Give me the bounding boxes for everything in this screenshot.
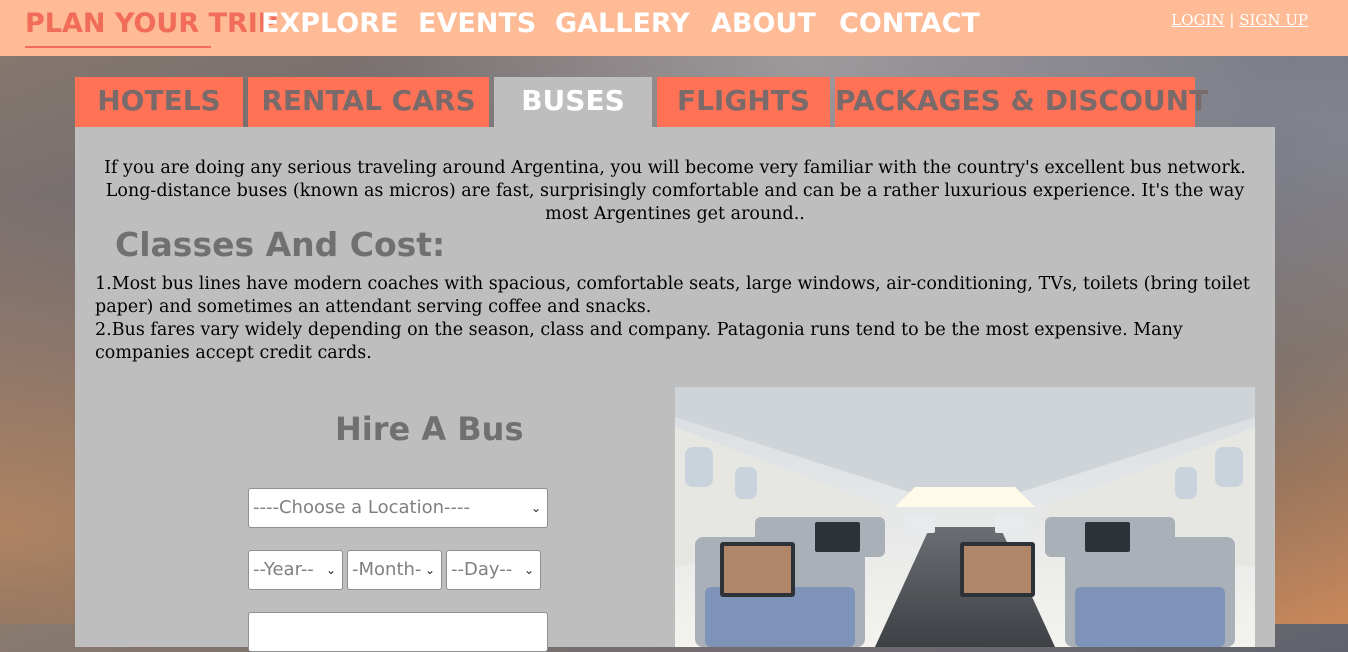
signup-link[interactable]: SIGN UP (1239, 11, 1308, 29)
top-navigation-bar: PLAN YOUR TRIP EXPLORE EVENTS GALLERY AB… (0, 0, 1348, 56)
day-select[interactable]: --Day-- ⌄ (446, 550, 541, 590)
brand-underline (25, 46, 211, 48)
nav-explore-link[interactable]: EXPLORE (261, 8, 398, 39)
next-field[interactable] (248, 612, 548, 652)
chevron-down-icon: ⌄ (424, 563, 435, 577)
nav-about-link[interactable]: ABOUT (711, 8, 816, 39)
tab-rental-cars[interactable]: RENTAL CARS (248, 77, 489, 127)
info-points: 1.Most bus lines have modern coaches wit… (95, 273, 1255, 365)
nav-events-link[interactable]: EVENTS (418, 8, 536, 39)
month-select[interactable]: -Month- ⌄ (347, 550, 442, 590)
login-link[interactable]: LOGIN (1171, 11, 1224, 29)
tab-packages-discount[interactable]: PACKAGES & DISCOUNT (835, 77, 1208, 127)
year-select[interactable]: --Year-- ⌄ (248, 550, 343, 590)
auth-links: LOGIN | SIGN UP (1171, 11, 1308, 29)
hire-bus-title: Hire A Bus (335, 410, 524, 448)
info-point-1: 1.Most bus lines have modern coaches wit… (95, 274, 1250, 317)
month-select-value: -Month- (352, 559, 422, 580)
auth-separator: | (1229, 11, 1235, 29)
nav-gallery-link[interactable]: GALLERY (555, 8, 690, 39)
bus-interior-image (675, 387, 1255, 647)
location-select-value: ----Choose a Location---- (253, 497, 471, 518)
chevron-down-icon: ⌄ (325, 563, 336, 577)
tab-buses[interactable]: BUSES (494, 77, 652, 127)
chevron-down-icon: ⌄ (530, 501, 541, 515)
buses-content-panel: If you are doing any serious traveling a… (75, 127, 1275, 652)
year-select-value: --Year-- (253, 559, 314, 580)
day-select-value: --Day-- (451, 559, 513, 580)
nav-contact-link[interactable]: CONTACT (839, 8, 980, 39)
intro-paragraph: If you are doing any serious traveling a… (104, 158, 1246, 224)
section-title: Classes And Cost: (115, 225, 446, 264)
tab-hotels[interactable]: HOTELS (75, 77, 243, 127)
nav-brand-link[interactable]: PLAN YOUR TRIP (25, 8, 278, 39)
info-point-2: 2.Bus fares vary widely depending on the… (95, 320, 1183, 363)
chevron-down-icon: ⌄ (523, 563, 534, 577)
tab-flights[interactable]: FLIGHTS (657, 77, 830, 127)
location-select[interactable]: ----Choose a Location---- ⌄ (248, 488, 548, 528)
